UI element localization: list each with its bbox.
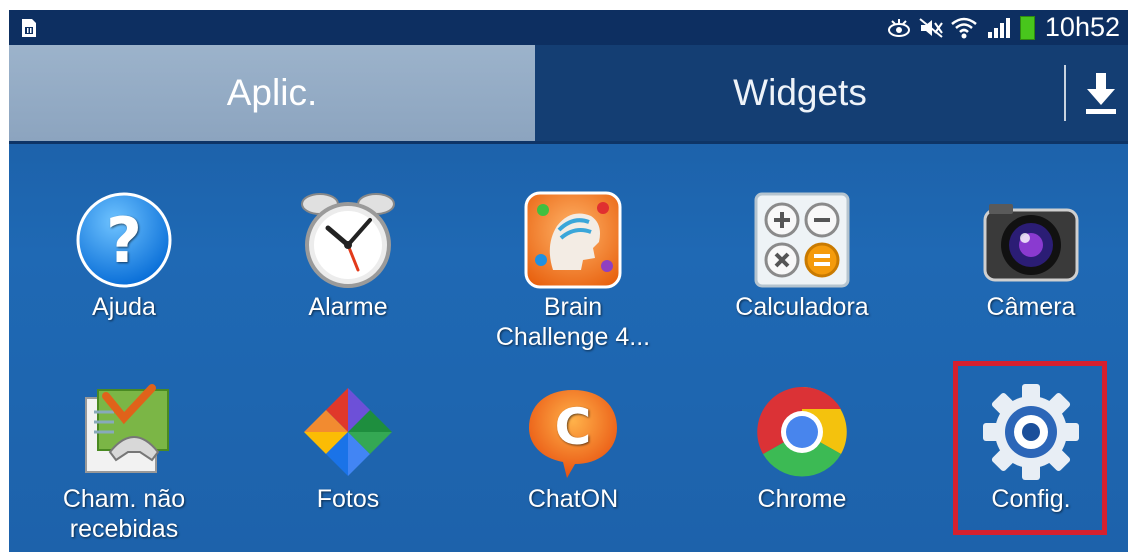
app-drawer-screen: 10h52 Aplic. Widgets ? Ajuda Alarme Brai… [9,10,1128,552]
help-icon: ? [76,192,172,288]
app-label-line2: Challenge 4... [495,323,651,351]
tab-aplic-label: Aplic. [226,72,318,113]
app-label-line1: Brain [543,293,603,321]
app-label: Calculadora [735,293,869,321]
app-label: Fotos [316,485,380,513]
app-camera[interactable]: Câmera [931,190,1128,322]
app-label: Ajuda [92,293,156,321]
status-bar: 10h52 [9,10,1128,45]
tab-underline [9,141,1128,144]
alarm-clock-icon [301,193,395,288]
chaton-icon: C [529,390,617,478]
app-missed-calls[interactable]: Cham. não recebidas [24,382,224,544]
svg-text:?: ? [106,204,142,277]
eye-icon [887,18,910,37]
battery-icon [1019,15,1035,40]
photos-pinwheel-icon [304,388,392,476]
app-label: ChatON [527,485,619,513]
calculator-icon [754,192,850,288]
app-alarme[interactable]: Alarme [248,190,448,322]
tab-aplic[interactable]: Aplic. [9,45,535,141]
missed-calls-icon [85,384,169,473]
clock: 10h52 [1044,12,1120,42]
tab-widgets[interactable]: Widgets [535,45,1065,141]
chrome-icon [757,386,847,477]
tab-divider [1064,65,1066,121]
svg-text:C: C [555,398,592,456]
highlight-box [953,361,1107,535]
app-label-line2: recebidas [69,515,179,543]
app-calculadora[interactable]: Calculadora [702,190,902,322]
camera-icon [983,204,1079,282]
sim-card-icon [22,19,36,37]
signal-icon [987,17,1010,38]
mute-icon [919,17,943,38]
app-label-line1: Cham. não [62,485,186,513]
app-label: Chrome [757,485,847,513]
brain-challenge-icon [524,191,622,289]
tab-bar: Aplic. Widgets [9,45,1128,141]
app-fotos[interactable]: Fotos [248,382,448,514]
download-icon[interactable] [1081,65,1121,121]
app-label: Alarme [308,293,388,321]
wifi-icon [951,17,977,38]
app-ajuda[interactable]: ? Ajuda [24,190,224,322]
tab-widgets-label: Widgets [733,72,867,113]
app-brain-challenge[interactable]: Brain Challenge 4... [473,190,673,352]
app-chaton[interactable]: C ChatON [473,382,673,514]
app-chrome[interactable]: Chrome [702,382,902,514]
app-label: Câmera [986,293,1076,321]
